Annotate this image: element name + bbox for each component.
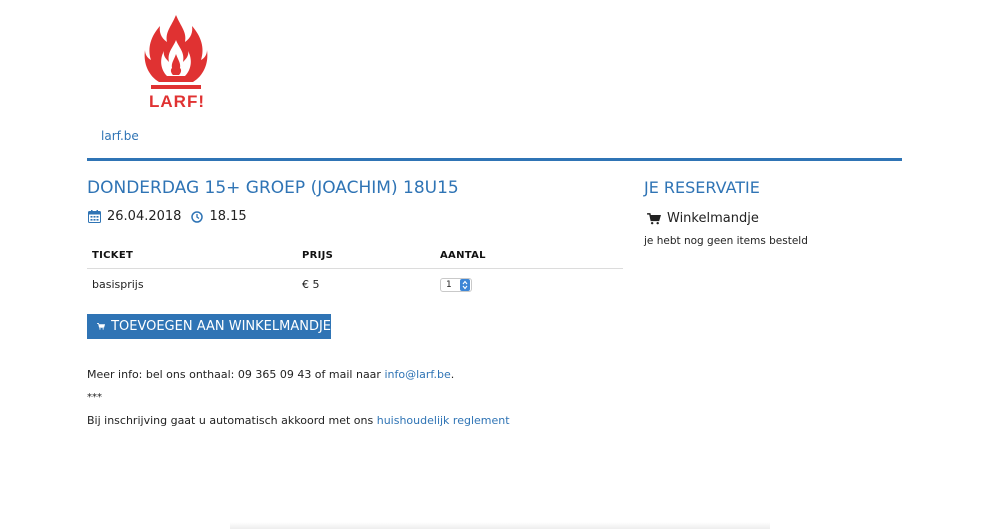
cart-icon — [647, 212, 661, 224]
site-link[interactable]: larf.be — [101, 129, 139, 143]
quantity-stepper[interactable]: 1 — [440, 278, 472, 292]
cart-heading: Winkelmandje — [647, 211, 759, 226]
add-to-cart-button[interactable]: TOEVOEGEN AAN WINKELMANDJE — [87, 314, 331, 339]
cart-label: Winkelmandje — [667, 211, 759, 226]
header-divider — [87, 158, 902, 161]
calendar-icon — [88, 210, 101, 223]
event-time: 18.15 — [209, 209, 247, 224]
terms-line: Bij inschrijving gaat u automatisch akko… — [87, 414, 510, 427]
info-text: Meer info: bel ons onthaal: 09 365 09 43… — [87, 368, 385, 381]
clock-icon — [191, 210, 204, 223]
info-text-end: . — [450, 368, 455, 381]
column-header-aantal: AANTAL — [435, 244, 623, 269]
bottom-shadow — [230, 522, 770, 529]
add-to-cart-label: TOEVOEGEN AAN WINKELMANDJE — [111, 319, 331, 334]
table-header-row: TICKET PRIJS AANTAL — [87, 244, 623, 269]
event-date: 26.04.2018 — [107, 209, 182, 224]
reservation-title: JE RESERVATIE — [644, 178, 760, 197]
ticket-price: € 5 — [302, 278, 320, 291]
column-header-ticket: TICKET — [87, 244, 297, 269]
stepper-arrows-icon[interactable] — [459, 279, 470, 291]
separator: *** — [87, 392, 102, 403]
column-header-prijs: PRIJS — [297, 244, 435, 269]
table-row: basisprijs € 5 1 — [87, 269, 623, 301]
logo-text: LARF! — [149, 92, 205, 111]
cart-empty-message: je hebt nog geen items besteld — [644, 235, 808, 247]
ticket-name: basisprijs — [92, 278, 144, 291]
quantity-value: 1 — [446, 280, 452, 290]
event-meta: 26.04.2018 18.15 — [88, 209, 247, 224]
event-title: DONDERDAG 15+ GROEP (JOACHIM) 18U15 — [87, 178, 459, 198]
ticket-table: TICKET PRIJS AANTAL basisprijs € 5 1 — [87, 244, 623, 300]
terms-text: Bij inschrijving gaat u automatisch akko… — [87, 414, 377, 427]
info-line: Meer info: bel ons onthaal: 09 365 09 43… — [87, 368, 454, 381]
email-link[interactable]: info@larf.be — [384, 368, 450, 381]
terms-link[interactable]: huishoudelijk reglement — [377, 414, 510, 427]
cart-icon — [97, 323, 106, 330]
